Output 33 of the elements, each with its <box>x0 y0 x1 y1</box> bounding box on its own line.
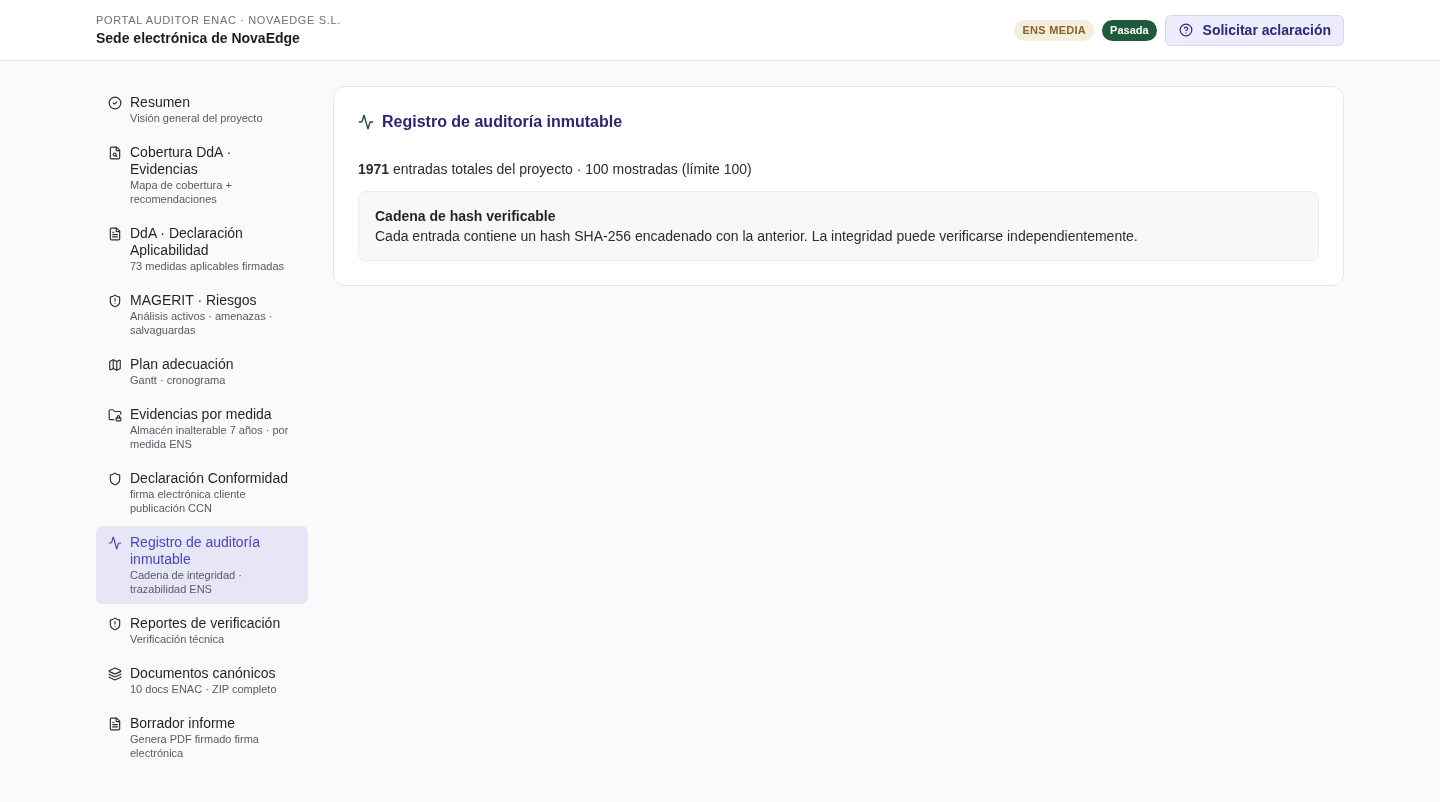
file-search-icon <box>108 146 122 160</box>
nav-item[interactable]: Resumen Visión general del proyecto <box>96 86 308 133</box>
nav-item[interactable]: DdA · Declaración Aplicabilidad 73 medidas aplicables firmadas <box>96 217 308 281</box>
nav-item[interactable]: MAGERIT · Riesgos Análisis activos · amenazas · salvaguardas <box>96 284 308 345</box>
notice-text: Cada entrada contiene un hash SHA-256 encadenado con la anterior. La integridad puede verificarse independientemente. <box>375 227 1139 246</box>
request-clarification-button[interactable]: Solicitar aclaración <box>1164 14 1344 46</box>
notice-title: Cadena de hash verificable <box>375 207 557 226</box>
shield-icon <box>108 472 122 486</box>
portal-eyebrow: PORTAL AUDITOR ENAC · NOVAEDGE S.L. <box>96 13 341 28</box>
entries-summary: 1971 entradas totales del proyecto · 100 mostradas (límite 100) <box>358 160 753 179</box>
status-badge: Pasada <box>1102 19 1157 41</box>
pulse-icon <box>358 114 374 130</box>
nav-item[interactable]: Declaración Conformidad firma electrónica cliente publicación CCN <box>96 462 308 523</box>
layers-icon <box>108 667 122 681</box>
nav-item[interactable]: Reportes de verificación Verificación técnica <box>96 607 308 654</box>
document-icon <box>108 717 122 731</box>
nav-item[interactable]: Plan adecuación Gantt · cronograma <box>96 348 308 395</box>
help-icon <box>1178 23 1193 37</box>
map-icon <box>108 358 122 372</box>
nav-item[interactable]: Documentos canónicos 10 docs ENAC · ZIP completo <box>96 657 308 704</box>
nav-item[interactable]: Evidencias por medida Almacén inalterable 7 años · por medida ENS <box>96 398 308 459</box>
pulse-icon <box>108 536 122 550</box>
nav-item[interactable]: Registro de auditoría inmutable Cadena de integridad · trazabilidad ENS <box>96 526 308 604</box>
folder-lock-icon <box>108 408 122 422</box>
shield-alert-icon <box>108 617 122 631</box>
nav-item[interactable]: Borrador informe Genera PDF firmado firma electrónica <box>96 707 308 768</box>
shield-alert-icon <box>108 294 122 308</box>
nav-item[interactable]: Cobertura DdA · Evidencias Mapa de cobertura + recomendaciones <box>96 136 308 214</box>
site-title: Sede electrónica de NovaEdge <box>96 29 301 48</box>
card-title: Registro de auditoría inmutable <box>382 112 623 132</box>
check-circle-icon <box>108 96 122 110</box>
level-badge: ENS MEDIA <box>1014 19 1095 41</box>
document-icon <box>108 227 122 241</box>
